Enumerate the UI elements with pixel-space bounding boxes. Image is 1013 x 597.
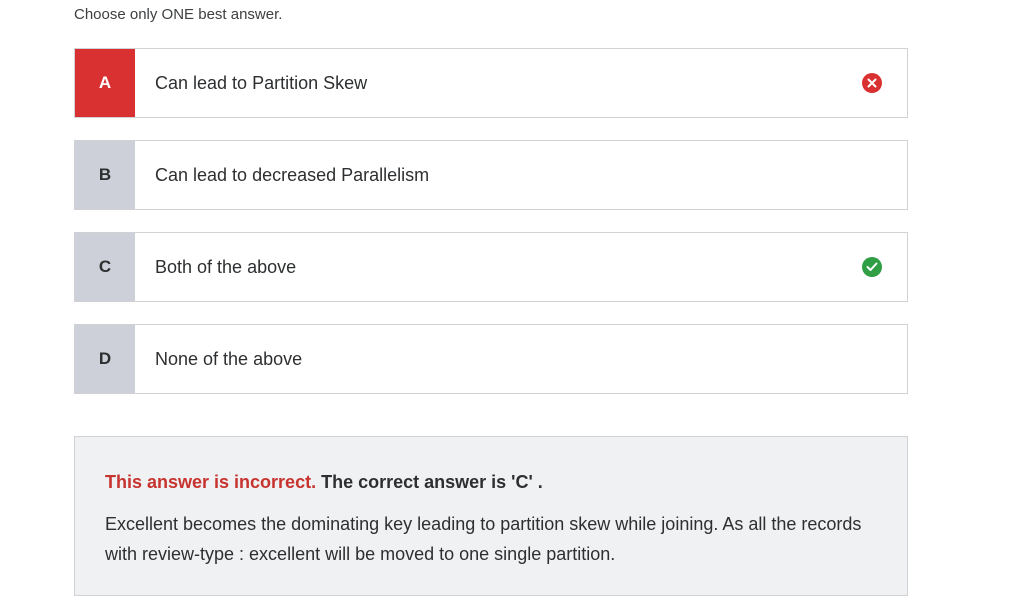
option-d[interactable]: D None of the above [74,324,908,394]
feedback-panel: This answer is incorrect. The correct an… [74,436,908,596]
quiz-result-page: Choose only ONE best answer. A Can lead … [0,0,1013,597]
option-letter: B [75,141,135,209]
option-letter: D [75,325,135,393]
correct-answer-text: The correct answer is 'C' . [321,472,543,492]
x-circle-icon [862,73,882,93]
option-c[interactable]: C Both of the above [74,232,908,302]
option-text: None of the above [155,348,303,369]
option-status [837,233,907,301]
check-circle-icon [862,257,882,277]
instruction-text: Choose only ONE best answer. [74,6,283,23]
option-a[interactable]: A Can lead to Partition Skew [74,48,908,118]
option-text: Can lead to Partition Skew [155,72,368,93]
option-status [837,325,907,393]
option-text: Can lead to decreased Parallelism [155,164,430,185]
option-letter: C [75,233,135,301]
option-b[interactable]: B Can lead to decreased Parallelism [74,140,908,210]
explanation-text: Excellent becomes the dominating key lea… [105,514,862,564]
incorrect-label: This answer is incorrect. [105,472,317,492]
option-text: Both of the above [155,256,297,277]
option-status [837,141,907,209]
verdict-line: This answer is incorrect. The correct an… [105,469,877,495]
option-status [837,49,907,117]
option-letter: A [75,49,135,117]
